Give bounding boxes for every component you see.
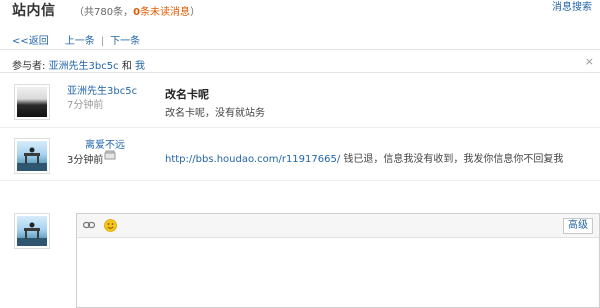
avatar (14, 213, 50, 249)
message-link[interactable]: http://bbs.houdao.com/r11917665/ (165, 154, 340, 165)
avatar-image (17, 216, 47, 246)
participants-and: 和 (121, 61, 132, 72)
count-suffix: ） (190, 7, 201, 18)
avatar-image (17, 87, 47, 117)
avatar[interactable] (14, 138, 50, 174)
prev-link[interactable]: 上一条 (65, 36, 95, 47)
reply-textarea[interactable] (77, 238, 599, 307)
participant-user-link[interactable]: 亚洲先生3bc5c (49, 61, 119, 72)
unread-text[interactable]: 条未读消息 (140, 7, 190, 18)
message-content: http://bbs.houdao.com/r11917665/ 钱已退，信息我… (165, 150, 563, 165)
divider (0, 127, 600, 128)
count-prefix: （共780条， (74, 7, 134, 18)
advanced-button[interactable]: 高级 (563, 218, 593, 234)
participants-bar: 参与者: 亚洲先生3bc5c 和 我 (12, 57, 145, 72)
participant-me-link[interactable]: 我 (135, 61, 145, 72)
page-title: 站内信 (12, 3, 56, 19)
message-nav: <<返回 上一条 | 下一条 (12, 32, 140, 47)
message-time: 7分钟前 (67, 100, 104, 111)
participants-label: 参与者: (12, 61, 46, 72)
message-sender[interactable]: 亚洲先生3bc5c (67, 82, 137, 97)
message-search-link[interactable]: 消息搜索 (552, 0, 592, 13)
reply-editor[interactable]: 高级 (76, 213, 600, 308)
link-icon[interactable] (82, 220, 96, 233)
divider (0, 49, 600, 50)
message-subject: 改名卡呢 (165, 88, 209, 101)
nav-separator: | (100, 36, 105, 47)
close-icon[interactable]: × (585, 55, 594, 68)
message-sender[interactable]: 离爱不远 (85, 136, 125, 151)
divider (0, 72, 600, 73)
smiley-icon[interactable] (104, 219, 117, 235)
message-body: 钱已退，信息我没有收到，我发你信息你不回复我 (343, 154, 564, 165)
message-body: 改名卡呢，没有就站务 (165, 108, 265, 119)
back-link[interactable]: <<返回 (12, 36, 49, 47)
avatar[interactable] (14, 84, 50, 120)
trash-icon[interactable] (104, 150, 116, 163)
avatar-image (17, 141, 47, 171)
divider (0, 180, 600, 181)
next-link[interactable]: 下一条 (110, 36, 140, 47)
message-count: （共780条，0条未读消息） (74, 3, 200, 18)
editor-toolbar: 高级 (77, 214, 599, 238)
message-time: 3分钟前 (67, 155, 104, 166)
